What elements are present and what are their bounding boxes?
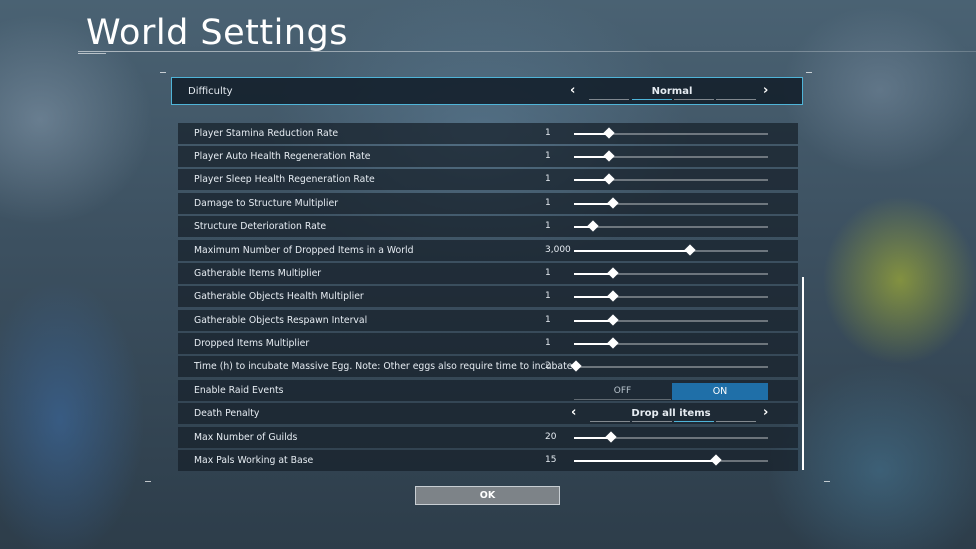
setting-row-raid-events: Enable Raid Events OFF ON — [178, 380, 798, 401]
setting-label: Death Penalty — [194, 408, 260, 419]
raid-off-button[interactable]: OFF — [574, 383, 671, 400]
setting-row: Max Pals Working at Base 15 — [178, 450, 798, 471]
setting-row-death-penalty: Death Penalty ‹ Drop all items › — [178, 403, 798, 424]
panel-corner — [160, 72, 166, 73]
slider-track[interactable] — [574, 173, 768, 185]
slider-track[interactable] — [574, 220, 768, 232]
chevron-left-icon[interactable]: ‹ — [570, 83, 575, 98]
setting-value: 1 — [545, 198, 551, 208]
slider-fill — [574, 250, 691, 252]
setting-label: Max Pals Working at Base — [194, 455, 314, 466]
setting-label: Enable Raid Events — [194, 385, 284, 396]
setting-label: Dropped Items Multiplier — [194, 338, 310, 349]
raid-on-button[interactable]: ON — [672, 383, 768, 400]
scrollbar[interactable] — [802, 277, 804, 470]
setting-value: 2 — [545, 361, 551, 371]
setting-label: Damage to Structure Multiplier — [194, 198, 339, 209]
slider-handle[interactable] — [603, 173, 615, 185]
setting-label: Gatherable Objects Respawn Interval — [194, 315, 368, 326]
setting-value: 3,000 — [545, 245, 571, 255]
title-divider — [78, 51, 976, 52]
setting-row: Player Sleep Health Regeneration Rate 1 — [178, 169, 798, 190]
setting-row: Damage to Structure Multiplier 1 — [178, 193, 798, 214]
difficulty-label: Difficulty — [188, 86, 233, 97]
chevron-right-icon[interactable]: › — [763, 83, 768, 98]
setting-row: Max Number of Guilds 20 — [178, 427, 798, 448]
setting-value: 1 — [545, 338, 551, 348]
setting-value: 15 — [545, 455, 557, 465]
option-indicator — [716, 421, 756, 422]
slider-track[interactable] — [570, 360, 768, 372]
slider-handle[interactable] — [603, 127, 615, 139]
setting-row: Time (h) to incubate Massive Egg. Note: … — [178, 356, 798, 377]
slider-track[interactable] — [574, 150, 768, 162]
panel-corner — [806, 72, 812, 73]
option-indicator-active — [674, 421, 714, 422]
setting-label: Player Sleep Health Regeneration Rate — [194, 174, 375, 185]
option-indicator — [589, 99, 629, 100]
setting-label: Maximum Number of Dropped Items in a Wor… — [194, 245, 414, 256]
setting-row: Player Stamina Reduction Rate 1 — [178, 123, 798, 144]
setting-value: 1 — [545, 128, 551, 138]
slider-track[interactable] — [574, 431, 768, 443]
setting-row: Player Auto Health Regeneration Rate 1 — [178, 146, 798, 167]
slider-handle[interactable] — [709, 454, 722, 466]
slider-handle[interactable] — [607, 290, 619, 302]
option-indicator-active — [632, 99, 672, 100]
slider-handle[interactable] — [605, 431, 617, 443]
difficulty-selector[interactable]: Difficulty ‹ Normal › — [171, 77, 803, 105]
panel-corner — [145, 481, 151, 482]
chevron-left-icon[interactable]: ‹ — [571, 405, 576, 420]
setting-row: Maximum Number of Dropped Items in a Wor… — [178, 240, 798, 261]
slider-track[interactable] — [574, 290, 768, 302]
slider-handle[interactable] — [607, 337, 619, 349]
setting-label: Structure Deterioration Rate — [194, 221, 327, 232]
slider-handle[interactable] — [607, 197, 619, 209]
option-indicator — [674, 99, 714, 100]
page-title: World Settings — [86, 13, 348, 53]
setting-value: 20 — [545, 432, 557, 442]
setting-value: 1 — [545, 221, 551, 231]
setting-value: 1 — [545, 291, 551, 301]
panel-corner — [824, 481, 830, 482]
slider-track[interactable] — [574, 127, 768, 139]
option-indicator — [632, 421, 672, 422]
slider-handle[interactable] — [684, 244, 697, 256]
setting-row: Dropped Items Multiplier 1 — [178, 333, 798, 354]
setting-value: 1 — [545, 151, 551, 161]
setting-value: 1 — [545, 268, 551, 278]
option-indicator — [590, 421, 630, 422]
slider-track[interactable] — [574, 244, 768, 256]
setting-label: Max Number of Guilds — [194, 432, 298, 443]
ok-button[interactable]: OK — [415, 486, 560, 505]
slider-handle[interactable] — [587, 220, 600, 232]
setting-row: Gatherable Items Multiplier 1 — [178, 263, 798, 284]
setting-row: Structure Deterioration Rate 1 — [178, 216, 798, 237]
chevron-right-icon[interactable]: › — [763, 405, 768, 420]
setting-value: 1 — [545, 174, 551, 184]
setting-label: Gatherable Items Multiplier — [194, 268, 322, 279]
death-penalty-value: Drop all items — [631, 408, 711, 419]
slider-track[interactable] — [574, 314, 768, 326]
setting-label: Player Stamina Reduction Rate — [194, 128, 339, 139]
slider-handle[interactable] — [607, 314, 619, 326]
slider-handle[interactable] — [603, 150, 615, 162]
setting-label: Gatherable Objects Health Multiplier — [194, 291, 364, 302]
option-indicator — [716, 99, 756, 100]
difficulty-value: Normal — [651, 86, 693, 97]
setting-label: Player Auto Health Regeneration Rate — [194, 151, 371, 162]
slider-track[interactable] — [574, 197, 768, 209]
slider-track[interactable] — [574, 267, 768, 279]
setting-row: Gatherable Objects Health Multiplier 1 — [178, 286, 798, 307]
setting-label: Time (h) to incubate Massive Egg. Note: … — [194, 361, 576, 372]
slider-handle[interactable] — [607, 267, 619, 279]
slider-track[interactable] — [574, 337, 768, 349]
slider-fill — [574, 460, 716, 462]
title-accent — [78, 53, 106, 54]
setting-value: 1 — [545, 315, 551, 325]
slider-track[interactable] — [574, 454, 768, 466]
setting-row: Gatherable Objects Respawn Interval 1 — [178, 310, 798, 331]
